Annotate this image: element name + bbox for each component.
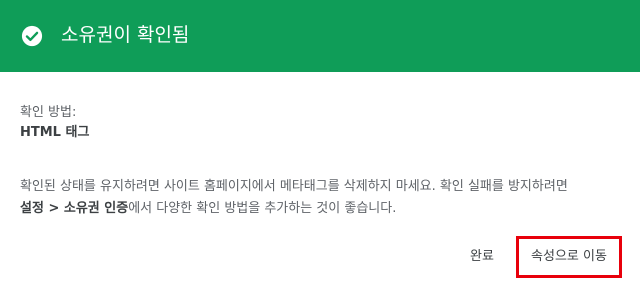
dialog-header: 소유권이 확인됨 bbox=[0, 0, 640, 72]
method-value: HTML 태그 bbox=[20, 125, 90, 140]
info-message: 확인된 상태를 유지하려면 사이트 홈페이지에서 메타태그를 삭제하지 마세요.… bbox=[20, 176, 620, 220]
done-button[interactable]: 완료 bbox=[462, 244, 502, 270]
method-label: 확인 방법: bbox=[20, 105, 77, 120]
check-circle-icon bbox=[21, 25, 43, 47]
go-to-property-button[interactable]: 속성으로 이동 bbox=[516, 236, 622, 278]
dialog-title: 소유권이 확인됨 bbox=[61, 24, 190, 46]
verification-dialog: 소유권이 확인됨 확인 방법: HTML 태그 확인된 상태를 유지하려면 사이… bbox=[0, 0, 640, 290]
info-message-line2: 에서 다양한 확인 방법을 추가하는 것이 좋습니다. bbox=[128, 201, 397, 216]
info-message-line1: 확인된 상태를 유지하려면 사이트 홈페이지에서 메타태그를 삭제하지 마세요.… bbox=[20, 179, 568, 194]
settings-ownership-link-text: 설정 > 소유권 인증 bbox=[20, 201, 129, 216]
dialog-actions: 완료 속성으로 이동 bbox=[0, 234, 640, 282]
